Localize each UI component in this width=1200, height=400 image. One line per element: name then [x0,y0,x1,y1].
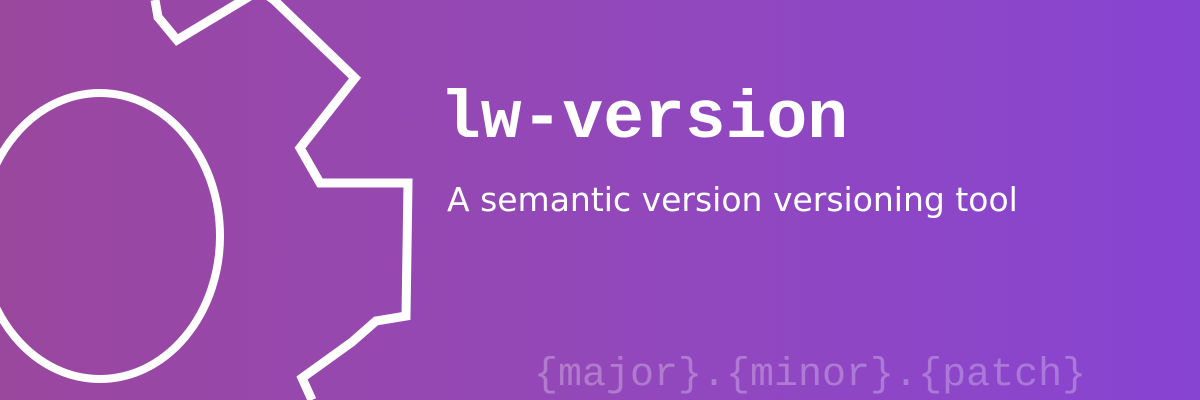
app-subtitle: A semantic version versioning tool [447,180,1018,219]
banner: lw-version A semantic version versioning… [0,0,1200,400]
app-title: lw-version [440,81,849,158]
version-format-text: {major}.{minor}.{patch} [534,353,1087,398]
